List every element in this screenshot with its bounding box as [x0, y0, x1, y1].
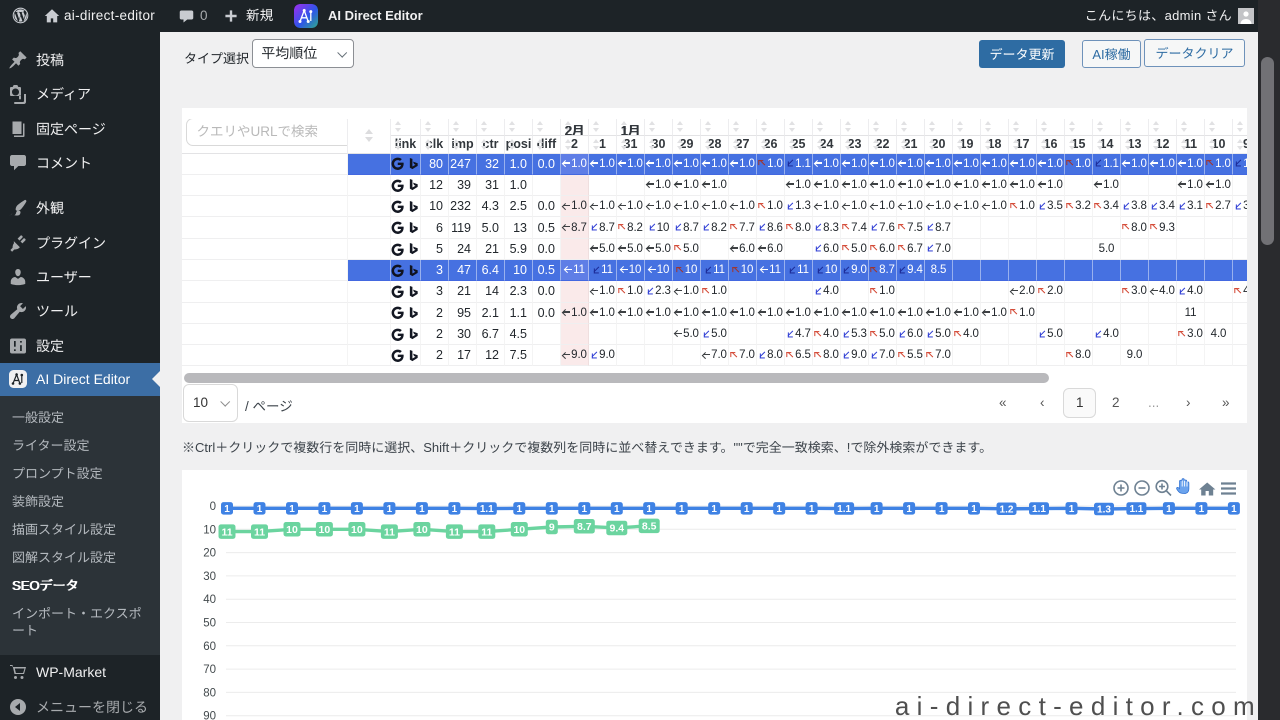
svg-text:11: 11 [254, 526, 265, 538]
svg-text:1: 1 [289, 504, 295, 515]
svg-text:1: 1 [582, 504, 588, 515]
svg-text:1: 1 [971, 504, 977, 515]
svg-text:1.1: 1.1 [837, 504, 851, 515]
svg-text:1.1: 1.1 [480, 504, 494, 515]
svg-text:1: 1 [614, 504, 620, 515]
svg-text:11: 11 [221, 526, 232, 538]
svg-text:1: 1 [1166, 504, 1172, 515]
svg-text:1.1: 1.1 [1032, 504, 1046, 515]
svg-text:10: 10 [513, 524, 525, 536]
svg-text:1: 1 [419, 504, 425, 515]
svg-text:1: 1 [549, 504, 555, 515]
svg-text:1: 1 [354, 504, 360, 515]
svg-text:0: 0 [210, 501, 216, 513]
svg-text:10: 10 [416, 524, 428, 536]
svg-text:1: 1 [744, 504, 750, 515]
svg-text:1: 1 [679, 504, 685, 515]
svg-text:1: 1 [906, 504, 912, 515]
svg-text:1.3: 1.3 [1097, 505, 1111, 516]
svg-text:40: 40 [203, 594, 216, 606]
svg-text:1: 1 [517, 504, 523, 515]
svg-text:20: 20 [203, 548, 216, 560]
svg-text:1: 1 [257, 504, 263, 515]
svg-text:10: 10 [286, 524, 298, 536]
svg-text:8.7: 8.7 [577, 521, 592, 533]
svg-text:11: 11 [481, 526, 492, 538]
svg-text:9.4: 9.4 [609, 523, 624, 535]
svg-text:50: 50 [203, 618, 216, 630]
svg-text:10: 10 [351, 524, 363, 536]
svg-text:1: 1 [776, 504, 782, 515]
svg-text:1: 1 [646, 504, 652, 515]
svg-text:8.5: 8.5 [642, 521, 657, 533]
svg-text:1: 1 [1199, 504, 1205, 515]
svg-text:11: 11 [384, 526, 395, 538]
svg-text:1: 1 [224, 504, 230, 515]
svg-text:60: 60 [203, 641, 216, 653]
svg-text:1: 1 [452, 504, 458, 515]
svg-text:1: 1 [711, 504, 717, 515]
svg-text:9: 9 [549, 522, 555, 534]
svg-text:30: 30 [203, 571, 216, 583]
svg-text:1.1: 1.1 [1129, 504, 1143, 515]
svg-text:1: 1 [322, 504, 328, 515]
svg-text:10: 10 [319, 524, 331, 536]
svg-text:1: 1 [1231, 504, 1237, 515]
svg-text:10: 10 [203, 524, 216, 536]
svg-text:11: 11 [449, 526, 460, 538]
svg-text:1: 1 [874, 504, 880, 515]
svg-text:1.2: 1.2 [1000, 504, 1014, 515]
svg-text:1: 1 [1069, 504, 1075, 515]
svg-text:1: 1 [387, 504, 393, 515]
svg-text:1: 1 [939, 504, 945, 515]
svg-text:70: 70 [203, 664, 216, 676]
svg-text:1: 1 [809, 504, 815, 515]
